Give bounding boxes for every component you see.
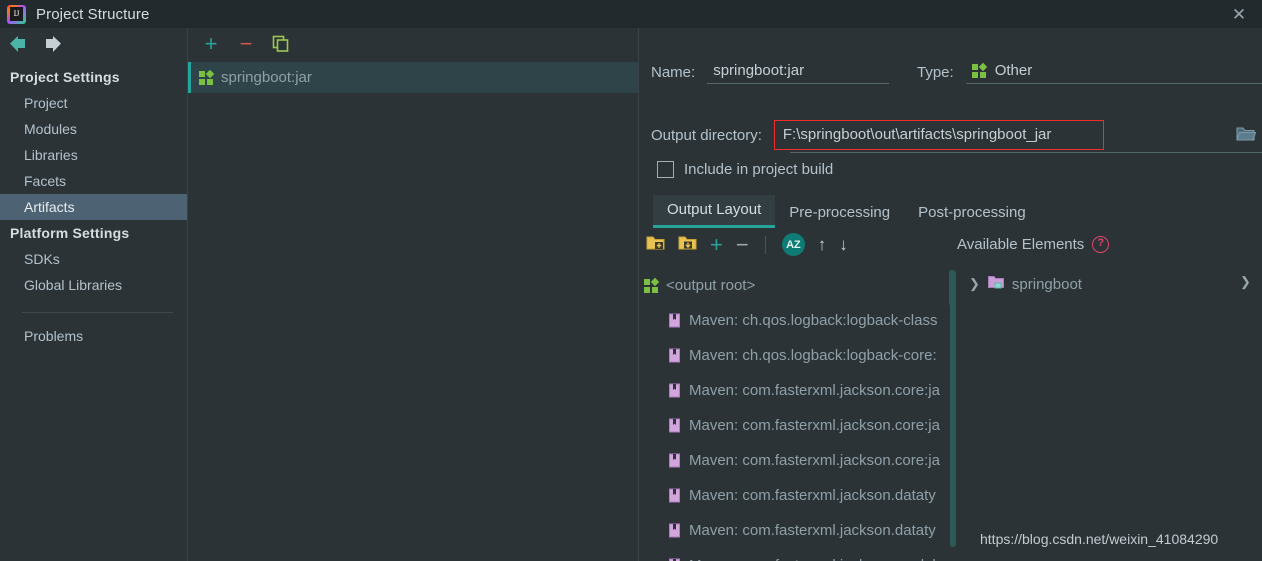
output-directory-input[interactable]: F:\springboot\out\artifacts\springboot_j… xyxy=(773,120,1104,150)
tree-row-label: Maven: com.fasterxml.jackson.core:ja xyxy=(689,382,940,399)
tree-row[interactable]: Maven: ch.qos.logback:logback-core: xyxy=(640,338,952,373)
tree-row[interactable]: Maven: com.fasterxml.jackson.dataty xyxy=(640,513,952,548)
output-directory-row: Output directory: F:\springboot\out\arti… xyxy=(651,120,1104,150)
artifacts-toolbar: + − xyxy=(188,28,638,60)
watermark-text: https://blog.csdn.net/weixin_41084290 xyxy=(980,531,1219,547)
sort-az-icon[interactable]: AZ xyxy=(781,233,805,256)
arrow-down-icon[interactable]: ↓ xyxy=(839,236,848,253)
add-artifact-button[interactable]: + xyxy=(201,33,221,55)
tree-row-label: Maven: com.fasterxml.jackson.dataty xyxy=(689,522,936,539)
list-item-label: springboot xyxy=(1011,275,1082,293)
settings-sidebar: Project Settings Project Modules Librari… xyxy=(0,28,188,561)
sidebar-item-libraries[interactable]: Libraries xyxy=(0,142,187,168)
jar-icon xyxy=(668,313,681,328)
remove-element-button[interactable]: − xyxy=(736,233,749,256)
folder-archive-icon[interactable] xyxy=(678,234,697,256)
include-in-project-build-row[interactable]: Include in project build xyxy=(657,161,833,178)
available-elements-tree: ❯ springboot xyxy=(957,268,1257,300)
artifacts-list-panel: + − springboot:jar xyxy=(188,28,639,561)
tree-row[interactable]: Maven: com.fasterxml.jackson.core:ja xyxy=(640,443,952,478)
module-folder-icon xyxy=(987,275,1004,293)
jar-icon xyxy=(668,418,681,433)
sidebar-item-global-libraries[interactable]: Global Libraries xyxy=(0,272,187,298)
tree-row[interactable]: <output root> xyxy=(640,268,952,303)
jar-icon xyxy=(668,523,681,538)
type-value: Other xyxy=(994,62,1033,79)
tree-row-label: Maven: com.fasterxml.jackson.core:ja xyxy=(689,452,940,469)
jar-icon xyxy=(668,348,681,363)
chevron-right-icon[interactable]: ❯ xyxy=(969,276,980,292)
add-element-button[interactable]: + xyxy=(710,233,723,256)
include-in-project-build-label: Include in project build xyxy=(684,161,834,178)
name-label: Name: xyxy=(651,63,696,81)
artifact-icon xyxy=(199,69,215,85)
window-title: Project Structure xyxy=(36,5,150,23)
tab-output-layout[interactable]: Output Layout xyxy=(653,195,776,228)
sidebar-item-artifacts[interactable]: Artifacts xyxy=(0,194,187,220)
type-label: Type: xyxy=(917,63,954,81)
remove-artifact-button[interactable]: − xyxy=(236,33,256,55)
list-item[interactable]: ❯ springboot xyxy=(957,268,1257,300)
output-layout-toolbar: + − AZ ↑ ↓ xyxy=(646,233,848,256)
tree-row-label: <output root> xyxy=(666,277,756,294)
sidebar-group-project-settings: Project Settings xyxy=(10,69,120,85)
arrow-right-icon[interactable] xyxy=(42,35,64,53)
intellij-idea-logo-icon xyxy=(7,4,26,24)
output-tree-scrollbar[interactable] xyxy=(950,270,956,547)
sidebar-group-platform-settings: Platform Settings xyxy=(10,225,130,241)
jar-icon xyxy=(668,488,681,503)
tree-row-label: Maven: ch.qos.logback:logback-core: xyxy=(689,347,937,364)
close-icon[interactable]: ✕ xyxy=(1216,0,1262,28)
jar-icon xyxy=(668,453,681,468)
copy-artifact-icon[interactable] xyxy=(271,34,291,54)
folder-add-icon[interactable] xyxy=(646,234,665,256)
sidebar-item-problems[interactable]: Problems xyxy=(0,323,187,349)
artifact-list-item-springboot-jar[interactable]: springboot:jar xyxy=(188,62,638,93)
available-elements-header: Available Elements ? xyxy=(957,236,1110,253)
help-icon[interactable]: ? xyxy=(1092,236,1110,253)
jar-icon xyxy=(668,383,681,398)
sidebar-divider xyxy=(22,312,173,313)
tree-row-label: Maven: com.fasterxml.jackson.modul xyxy=(689,557,936,561)
sidebar-list: Project Settings Project Modules Librari… xyxy=(0,60,187,349)
arrow-up-icon[interactable]: ↑ xyxy=(818,236,827,253)
folder-open-icon[interactable] xyxy=(1236,125,1257,147)
type-dropdown[interactable]: Other ▼ xyxy=(965,60,1262,84)
tree-row[interactable]: Maven: com.fasterxml.jackson.dataty xyxy=(640,478,952,513)
tree-row[interactable]: Maven: ch.qos.logback:logback-class xyxy=(640,303,952,338)
name-input[interactable]: springboot:jar xyxy=(707,60,890,84)
tab-post-processing[interactable]: Post-processing xyxy=(904,198,1040,228)
sidebar-item-modules[interactable]: Modules xyxy=(0,116,187,142)
output-layout-tree: <output root> Maven: ch.qos.logback:logb… xyxy=(640,268,952,561)
output-directory-label: Output directory: xyxy=(651,126,762,144)
sidebar-item-sdks[interactable]: SDKs xyxy=(0,246,187,272)
tree-row[interactable]: Maven: com.fasterxml.jackson.core:ja xyxy=(640,373,952,408)
name-field-row: Name: springboot:jar xyxy=(651,60,890,84)
sidebar-item-facets[interactable]: Facets xyxy=(0,168,187,194)
available-elements-label: Available Elements xyxy=(957,236,1085,253)
tree-row-label: Maven: ch.qos.logback:logback-class xyxy=(689,312,938,329)
artifact-icon xyxy=(971,62,987,78)
navigation-toolbar xyxy=(0,28,187,60)
toolbar-divider xyxy=(764,235,766,254)
artifact-tabs: Output Layout Pre-processing Post-proces… xyxy=(653,195,1040,228)
include-in-project-build-checkbox[interactable] xyxy=(657,161,674,178)
tree-row[interactable]: Maven: com.fasterxml.jackson.modul xyxy=(640,548,952,561)
tree-row-label: Maven: com.fasterxml.jackson.dataty xyxy=(689,487,936,504)
arrow-left-icon[interactable] xyxy=(7,35,29,53)
type-field-row: Type: Other ▼ xyxy=(917,60,1262,84)
title-bar: Project Structure ✕ xyxy=(0,0,1262,28)
project-structure-dialog: Project Structure ✕ Project Settings Pro… xyxy=(0,0,1262,561)
sidebar-item-project[interactable]: Project xyxy=(0,90,187,116)
tree-row[interactable]: Maven: com.fasterxml.jackson.core:ja xyxy=(640,408,952,443)
tab-pre-processing[interactable]: Pre-processing xyxy=(775,198,904,228)
output-directory-underline xyxy=(790,152,1262,153)
tree-row-label: Maven: com.fasterxml.jackson.core:ja xyxy=(689,417,940,434)
available-tree-scrollbar[interactable] xyxy=(949,270,954,306)
artifact-icon xyxy=(644,277,660,293)
artifact-item-label: springboot:jar xyxy=(221,69,312,86)
